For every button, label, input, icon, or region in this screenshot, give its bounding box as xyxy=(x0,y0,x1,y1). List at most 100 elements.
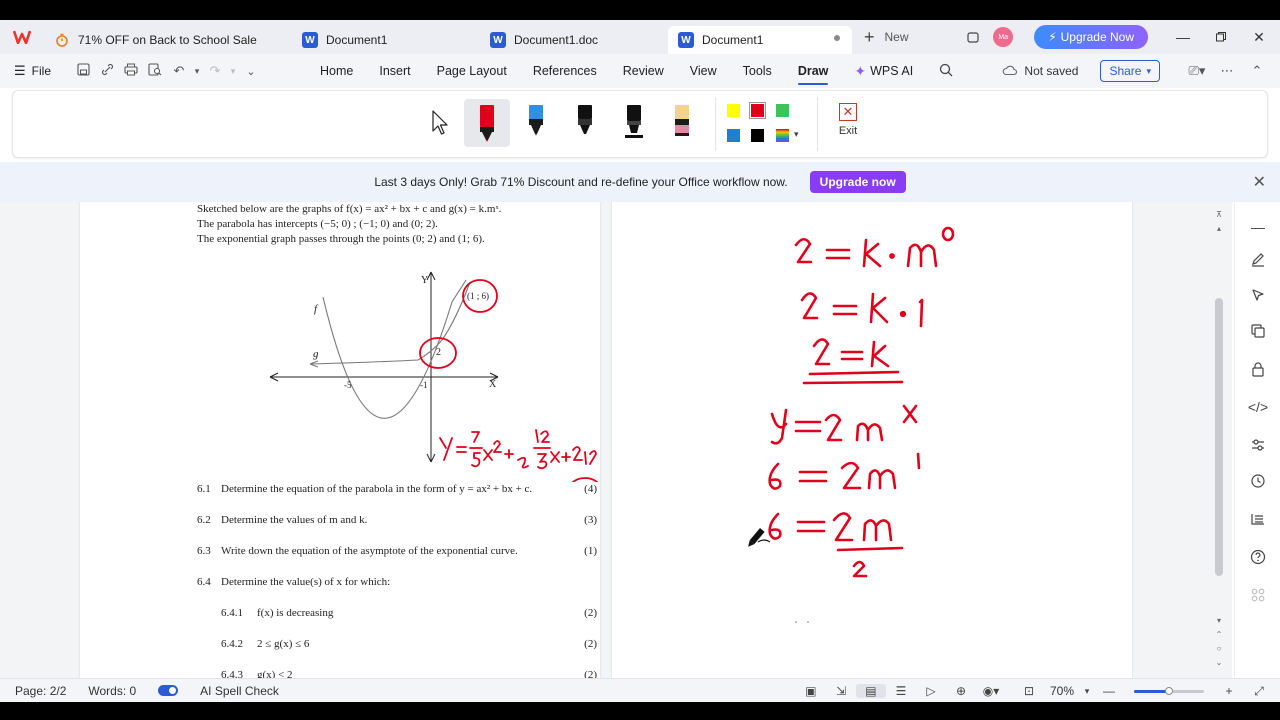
zoom-out-icon[interactable]: — xyxy=(1094,684,1124,698)
layout-options-icon[interactable]: ⎚▾ xyxy=(1182,63,1212,79)
highlighter-tool[interactable] xyxy=(659,99,705,147)
menu-page-layout[interactable]: Page Layout xyxy=(437,64,507,78)
status-bar: Page: 2/2 Words: 0 AI Spell Check ▣ ⇲ ▤ … xyxy=(0,678,1280,702)
color-swatch-blue[interactable] xyxy=(727,129,740,142)
minimize-button[interactable]: — xyxy=(1164,22,1202,52)
zoom-slider[interactable] xyxy=(1134,686,1204,695)
user-avatar[interactable]: Ma xyxy=(988,22,1018,52)
pen-cursor-icon xyxy=(748,528,765,547)
new-tab-button[interactable]: + New xyxy=(864,27,909,48)
history-icon[interactable] xyxy=(1243,468,1273,494)
black-pen-tool[interactable] xyxy=(562,99,608,147)
select-arrow-icon[interactable] xyxy=(1243,282,1273,308)
zoom-slider-knob[interactable] xyxy=(1165,686,1173,695)
zoom-level[interactable]: 70% xyxy=(1050,684,1074,698)
eye-protection-icon[interactable]: ◉▾ xyxy=(976,684,1006,698)
help-icon[interactable] xyxy=(1243,544,1273,570)
edit-pen-icon[interactable] xyxy=(1243,246,1273,272)
select-cursor-tool[interactable] xyxy=(416,99,462,147)
web-view-icon[interactable]: ⊕ xyxy=(946,684,976,698)
color-swatch-green[interactable] xyxy=(776,104,789,117)
document-check-icon[interactable]: ▣ xyxy=(796,684,826,698)
tab-document1-active[interactable]: W Document1 xyxy=(668,26,852,54)
zoom-dropdown-icon[interactable]: ▾ xyxy=(1080,686,1094,697)
more-colors-chevron-icon[interactable]: ▾ xyxy=(794,129,799,140)
undo-icon[interactable]: ↶ xyxy=(167,63,191,79)
print-preview-icon[interactable] xyxy=(143,63,167,79)
promo-upgrade-button[interactable]: Upgrade now xyxy=(809,171,906,193)
tab-document1[interactable]: W Document1 xyxy=(292,26,476,54)
code-icon[interactable]: </> xyxy=(1243,394,1273,420)
menu-references[interactable]: References xyxy=(533,64,597,78)
document-page-left[interactable]: Sketched below are the graphs of f(x) = … xyxy=(80,202,600,678)
zoom-in-icon[interactable]: + xyxy=(1214,684,1244,698)
prev-page-icon[interactable]: ⌃ xyxy=(1212,630,1226,639)
link-icon[interactable] xyxy=(95,63,119,79)
page-view-icon[interactable]: ▤ xyxy=(855,684,886,698)
menu-view[interactable]: View xyxy=(690,64,717,78)
menu-wps-ai[interactable]: ✦ WPS AI xyxy=(854,63,913,80)
scroll-up-icon[interactable]: ▴ xyxy=(1212,224,1226,233)
color-swatch-yellow[interactable] xyxy=(727,104,740,117)
fit-page-icon[interactable]: ⊡ xyxy=(1014,684,1044,698)
copy-icon[interactable] xyxy=(1243,318,1273,344)
vertical-scrollbar[interactable]: ⊼ ▴ ▾ ⌃ ○ ⌄ xyxy=(1212,206,1226,674)
upgrade-now-button[interactable]: ⚡ Upgrade Now xyxy=(1034,25,1148,49)
save-icon[interactable] xyxy=(71,63,95,79)
next-page-icon[interactable]: ⌄ xyxy=(1212,658,1226,667)
question-6-4-3: 6.4.3 g(x) < 2 (2) xyxy=(221,669,597,678)
collapse-ribbon-icon[interactable]: ⌃ xyxy=(1242,63,1272,79)
maximize-button[interactable] xyxy=(1202,22,1240,52)
more-colors-icon[interactable] xyxy=(776,129,789,142)
red-pen-tool[interactable] xyxy=(464,99,510,147)
blue-pen-tool[interactable] xyxy=(513,99,559,147)
more-options-icon[interactable]: ⋯ xyxy=(1212,63,1242,79)
scrollbar-thumb[interactable] xyxy=(1215,298,1223,576)
page-indicator[interactable]: Page: 2/2 xyxy=(15,684,66,698)
fullscreen-icon[interactable]: ⤢ xyxy=(1244,684,1274,699)
scroll-top-icon[interactable]: ⊼ xyxy=(1212,210,1226,219)
redo-dropdown-icon[interactable]: ▾ xyxy=(227,66,239,77)
customize-chevron-down-icon[interactable]: ⌄ xyxy=(239,65,263,78)
word-count[interactable]: Words: 0 xyxy=(88,684,136,698)
menu-review[interactable]: Review xyxy=(623,64,664,78)
unsaved-dot-icon[interactable] xyxy=(834,35,840,41)
menu-insert[interactable]: Insert xyxy=(379,64,410,78)
restore-windows-icon[interactable] xyxy=(958,22,988,52)
exit-x-icon: ✕ xyxy=(839,103,857,121)
undo-dropdown-icon[interactable]: ▾ xyxy=(191,66,203,77)
quick-access-toolbar: ↶ ▾ ↷ ▾ ⌄ xyxy=(71,63,263,79)
save-status[interactable]: Not saved xyxy=(1002,64,1078,79)
settings-sliders-icon[interactable] xyxy=(1243,432,1273,458)
list-panel-icon[interactable] xyxy=(1243,506,1273,532)
wps-ai-label: WPS AI xyxy=(870,64,914,78)
black-marker-tool[interactable] xyxy=(611,99,657,147)
color-swatch-red[interactable] xyxy=(749,102,766,119)
print-icon[interactable] xyxy=(119,63,143,79)
color-swatch-black[interactable] xyxy=(751,129,764,142)
share-button[interactable]: Share ▾ xyxy=(1100,60,1160,82)
file-menu-button[interactable]: ☰ File xyxy=(14,63,51,79)
exit-draw-button[interactable]: ✕ Exit xyxy=(833,103,863,137)
page-position-icon[interactable]: ○ xyxy=(1212,644,1226,653)
document-page-right[interactable] xyxy=(612,202,1132,678)
collapse-panel-icon[interactable]: — xyxy=(1243,214,1273,240)
wps-logo-icon[interactable] xyxy=(0,20,44,54)
lock-icon[interactable] xyxy=(1243,356,1273,382)
question-6-1: 6.1 Determine the equation of the parabo… xyxy=(197,483,597,495)
search-icon[interactable] xyxy=(939,63,953,80)
outline-view-icon[interactable]: ☰ xyxy=(886,684,916,698)
tab-document1-doc[interactable]: W Document1.doc xyxy=(480,26,664,54)
menu-home[interactable]: Home xyxy=(320,64,353,78)
apps-grid-icon[interactable] xyxy=(1243,582,1273,608)
menu-draw[interactable]: Draw xyxy=(797,64,828,85)
close-button[interactable]: ✕ xyxy=(1240,22,1278,52)
play-icon[interactable]: ▷ xyxy=(916,684,946,698)
ai-spell-check-toggle[interactable]: AI Spell Check xyxy=(158,684,301,698)
export-icon[interactable]: ⇲ xyxy=(826,684,856,698)
tab-sale[interactable]: 71% OFF on Back to School Sale xyxy=(44,26,288,54)
redo-icon[interactable]: ↷ xyxy=(203,63,227,79)
menu-tools[interactable]: Tools xyxy=(743,64,772,78)
promo-close-icon[interactable]: ✕ xyxy=(1253,172,1266,192)
scroll-down-icon[interactable]: ▾ xyxy=(1212,616,1226,625)
